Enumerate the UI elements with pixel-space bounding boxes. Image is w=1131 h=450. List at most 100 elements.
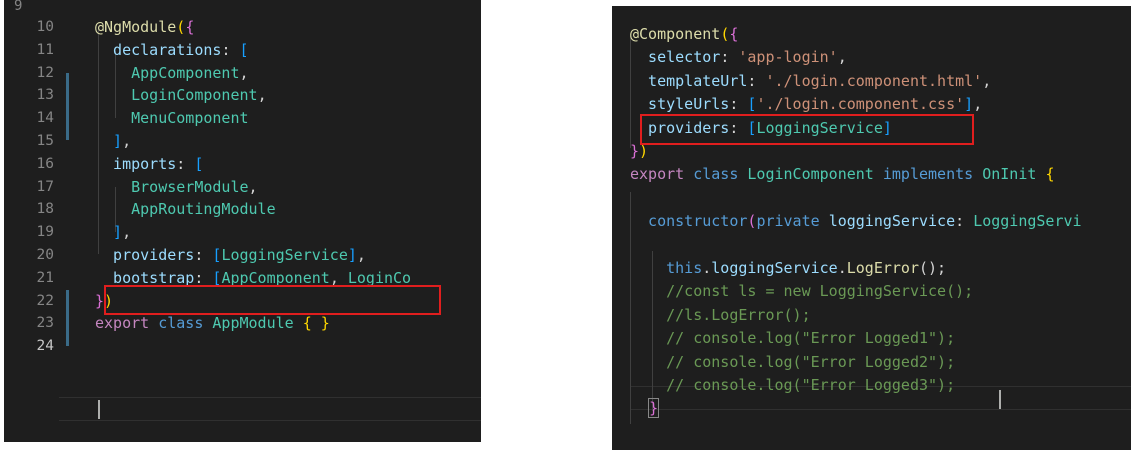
code-token: // console.log("Error Logged1"); bbox=[630, 329, 956, 348]
code-token: ] bbox=[95, 223, 123, 242]
code-line[interactable]: @Component({ bbox=[612, 23, 1131, 46]
code-token: , bbox=[982, 71, 992, 90]
line-number: 24 bbox=[36, 338, 54, 355]
code-line[interactable]: 17 BrowserModule, bbox=[4, 176, 481, 199]
code-token: ] bbox=[347, 246, 357, 264]
code-text: // console.log("Error Logged2"); bbox=[630, 351, 955, 374]
code-line[interactable]: //const ls = new LoggingService(); bbox=[612, 280, 1131, 303]
code-token: { bbox=[302, 314, 312, 333]
code-text: styleUrls: ['./login.component.css'], bbox=[630, 93, 982, 116]
line-number: 21 bbox=[36, 269, 54, 286]
code-text: imports: [ bbox=[95, 153, 203, 176]
line-number: 20 bbox=[36, 247, 54, 263]
line-number: 11 bbox=[36, 41, 54, 58]
code-text: @NgModule({ bbox=[95, 16, 194, 39]
code-token: './login.component.html' bbox=[765, 71, 983, 90]
code-text: this.loggingService.LogError(); bbox=[630, 257, 946, 280]
code-token: loggingService bbox=[828, 212, 956, 231]
code-token: loggingService bbox=[711, 259, 838, 277]
code-text: export class AppModule { } bbox=[95, 312, 330, 335]
code-text: //const ls = new LoggingService(); bbox=[630, 280, 973, 303]
code-line[interactable]: 16 imports: [ bbox=[4, 153, 481, 176]
code-token: : bbox=[955, 212, 974, 231]
code-line[interactable] bbox=[612, 234, 1131, 257]
code-token: , bbox=[973, 95, 983, 114]
code-token: //const ls = new LoggingService(); bbox=[630, 282, 974, 301]
code-token: LoginComponent bbox=[95, 86, 258, 105]
code-line[interactable]: 15 ], bbox=[4, 130, 481, 153]
code-token: , bbox=[837, 48, 847, 67]
code-text: ], bbox=[95, 221, 131, 244]
line-number: 12 bbox=[36, 64, 54, 81]
line-number: 16 bbox=[36, 155, 54, 172]
code-line[interactable]: 23 export class AppModule { } bbox=[4, 312, 481, 335]
code-token: imports bbox=[95, 154, 177, 173]
code-token: [ bbox=[194, 154, 204, 173]
code-token: selector bbox=[630, 48, 721, 67]
code-token: { bbox=[1045, 165, 1055, 184]
code-text: MenuComponent bbox=[95, 107, 249, 130]
code-line[interactable]: selector: 'app-login', bbox=[612, 46, 1131, 69]
code-token: AppComponent bbox=[95, 63, 240, 82]
code-token: implements bbox=[873, 165, 983, 184]
code-line[interactable]: this.loggingService.LogError(); bbox=[612, 257, 1131, 280]
code-line[interactable]: templateUrl: './login.component.html', bbox=[612, 70, 1131, 93]
code-token: declarations bbox=[95, 40, 222, 59]
code-token: , bbox=[122, 132, 132, 150]
code-text: declarations: [ bbox=[95, 39, 249, 62]
code-token: export bbox=[630, 165, 685, 184]
code-line[interactable]: 24 bbox=[4, 335, 481, 358]
code-token: : bbox=[729, 95, 748, 114]
code-line[interactable]: } bbox=[612, 397, 1131, 420]
line-number: 18 bbox=[36, 201, 54, 218]
line-number: 15 bbox=[36, 133, 54, 149]
left-editor-panel[interactable]: 9 10 @NgModule({11 declarations: [12 AppC… bbox=[4, 0, 481, 442]
code-token: : bbox=[747, 71, 766, 90]
code-token: templateUrl bbox=[630, 71, 748, 90]
code-line[interactable]: 14 MenuComponent bbox=[4, 107, 481, 130]
code-text: providers: [LoggingService], bbox=[95, 244, 366, 267]
code-line[interactable]: 18 AppRoutingModule bbox=[4, 198, 481, 221]
code-line[interactable]: // console.log("Error Logged1"); bbox=[612, 327, 1131, 350]
code-token: AppRoutingModule bbox=[95, 200, 276, 219]
code-line[interactable]: 20 providers: [LoggingService], bbox=[4, 244, 481, 267]
code-token: { bbox=[185, 18, 195, 36]
code-token: MenuComponent bbox=[95, 109, 249, 128]
code-token: [ bbox=[239, 40, 249, 59]
cut-off-line-number: 9 bbox=[14, 0, 23, 14]
code-line[interactable]: constructor(private loggingService: Logg… bbox=[612, 210, 1131, 233]
code-line[interactable]: // console.log("Error Logged3"); bbox=[612, 374, 1131, 397]
code-token: : bbox=[194, 246, 213, 264]
code-token: LogError bbox=[846, 259, 919, 277]
code-text: LoginComponent, bbox=[95, 84, 266, 107]
right-editor-panel[interactable]: @Component({ selector: 'app-login', temp… bbox=[612, 6, 1131, 450]
code-token: OnInit bbox=[982, 165, 1037, 184]
code-line[interactable]: export class LoginComponent implements O… bbox=[612, 163, 1131, 186]
code-token: : bbox=[720, 48, 739, 67]
code-line[interactable]: 10 @NgModule({ bbox=[4, 16, 481, 39]
code-text: } bbox=[630, 397, 660, 420]
code-line[interactable]: 19 ], bbox=[4, 221, 481, 244]
providers-highlight-box bbox=[640, 114, 974, 145]
code-text: @Component({ bbox=[630, 23, 738, 46]
code-line[interactable] bbox=[612, 187, 1131, 210]
providers-highlight-box bbox=[104, 285, 441, 315]
matching-bracket: } bbox=[648, 398, 660, 419]
code-line[interactable]: 13 LoginComponent, bbox=[4, 84, 481, 107]
code-text: AppRoutingModule bbox=[95, 198, 276, 221]
code-token: providers bbox=[95, 246, 195, 264]
code-token: // console.log("Error Logged3"); bbox=[630, 376, 956, 394]
code-text: selector: 'app-login', bbox=[630, 46, 847, 69]
code-line[interactable]: // console.log("Error Logged2"); bbox=[612, 351, 1131, 374]
code-line[interactable]: //ls.LogError(); bbox=[612, 304, 1131, 327]
line-number: 10 bbox=[36, 19, 54, 35]
code-text: constructor(private loggingService: Logg… bbox=[630, 210, 1082, 233]
code-line[interactable]: styleUrls: ['./login.component.css'], bbox=[612, 93, 1131, 116]
code-token: @Component bbox=[630, 25, 721, 43]
code-text: AppComponent, bbox=[95, 62, 249, 85]
code-token: , bbox=[239, 63, 249, 82]
code-line[interactable]: 12 AppComponent, bbox=[4, 62, 481, 85]
code-line[interactable]: 11 declarations: [ bbox=[4, 39, 481, 62]
